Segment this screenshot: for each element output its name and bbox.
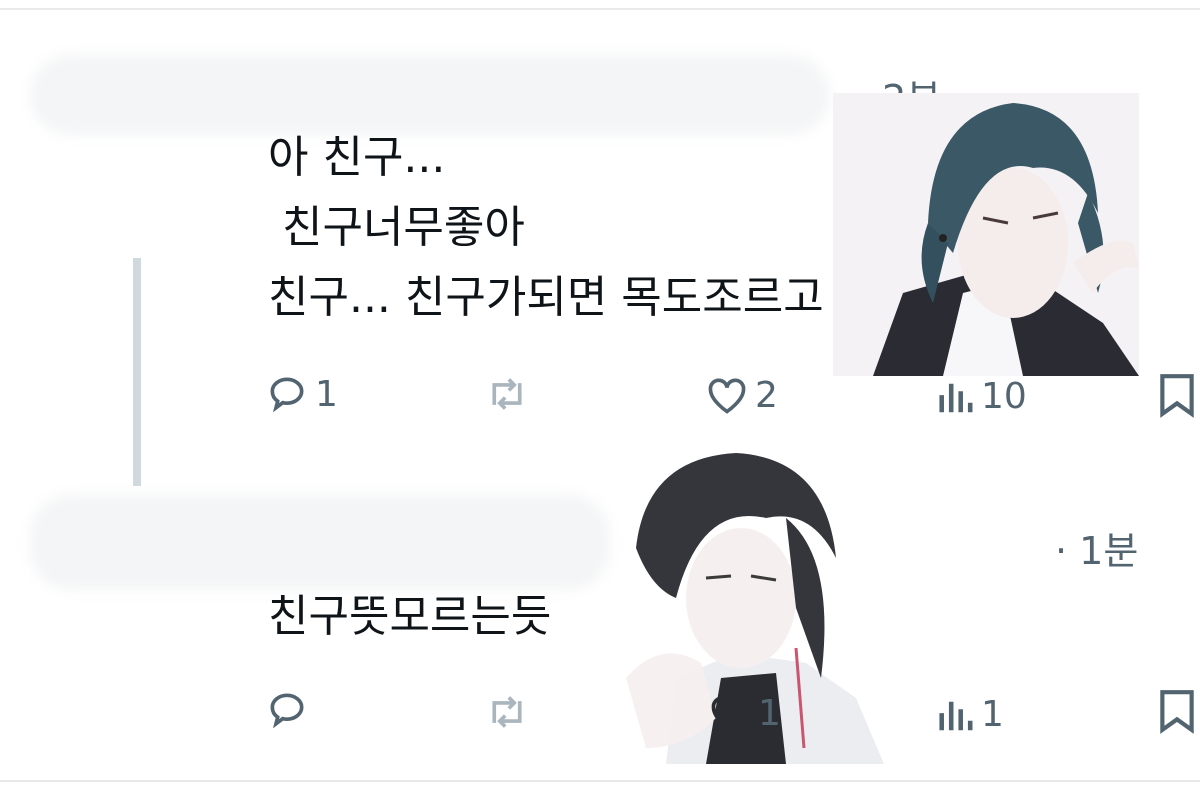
bottom-border [0, 780, 1200, 782]
views-icon [935, 696, 975, 734]
views-icon [935, 378, 975, 416]
reply-icon [265, 688, 309, 732]
tweet-1-retweet-button[interactable] [485, 374, 535, 414]
bookmark-icon [1158, 688, 1196, 734]
tweet-1-views-button[interactable]: 10 [935, 376, 1027, 417]
tweet-2-views-button[interactable]: 1 [935, 694, 1004, 735]
tweet-2-retweet-button[interactable] [485, 692, 535, 732]
tweet-1-line-1: 아 친구... [268, 132, 446, 183]
tweet-1-like-button[interactable]: 2 [705, 374, 778, 416]
reply-icon [265, 372, 309, 416]
bookmark-icon [1158, 372, 1196, 418]
tweet-2-like-button[interactable]: 1 [708, 692, 781, 734]
tweet-1-view-count: 10 [981, 376, 1027, 417]
tweet-2-like-count: 1 [758, 692, 781, 734]
tweet-2-reply-button[interactable] [265, 688, 315, 732]
redacted-header-2 [30, 495, 610, 590]
tweet-2-bookmark-button[interactable] [1158, 688, 1196, 734]
tweet-1-line-3: 친구... 친구가되면 목도조르고 [268, 272, 824, 323]
tweet-1-reply-button[interactable]: 1 [265, 372, 338, 416]
tweet-1-bookmark-button[interactable] [1158, 372, 1196, 418]
retweet-icon [485, 374, 529, 414]
tweet-1-line-2: 친구너무좋아 [268, 202, 525, 253]
redacted-header-1 [30, 55, 830, 135]
retweet-icon [485, 692, 529, 732]
anime-portrait-image-1 [833, 93, 1139, 376]
tweet-1-reply-count: 1 [315, 373, 338, 415]
tweet-2-timestamp[interactable]: · 1분 [1055, 520, 1138, 575]
top-border [0, 8, 1200, 10]
tweet-2-view-count: 1 [981, 694, 1004, 735]
like-icon [708, 692, 752, 734]
like-icon [705, 374, 749, 416]
tweet-1-like-count: 2 [755, 374, 778, 416]
thread-connector [133, 258, 141, 486]
tweet-2-line-1: 친구뜻모르는듯 [268, 591, 552, 642]
